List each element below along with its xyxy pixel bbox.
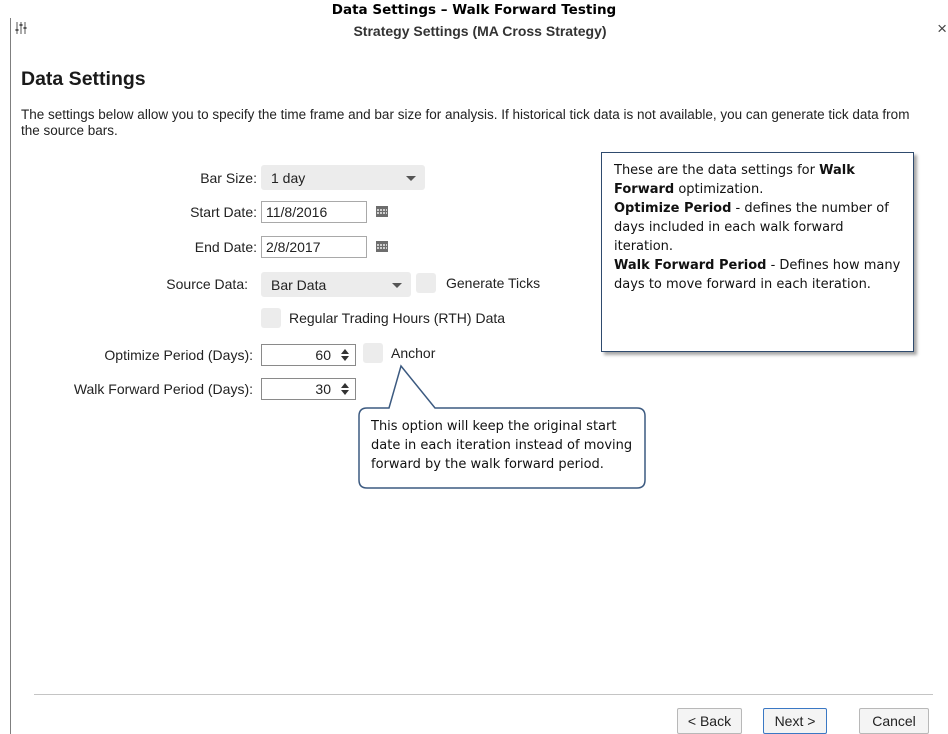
bar-size-label: Bar Size: — [200, 170, 257, 186]
source-data-value: Bar Data — [271, 277, 327, 293]
close-icon[interactable]: × — [937, 19, 947, 39]
chevron-down-icon — [406, 176, 416, 181]
spinner-arrows-icon[interactable] — [340, 348, 350, 362]
bar-size-dropdown[interactable]: 1 day — [261, 165, 425, 190]
description-text: The settings below allow you to specify … — [21, 107, 910, 138]
cancel-button[interactable]: Cancel — [859, 708, 929, 734]
callout-bold-text: Walk Forward Period — [614, 258, 767, 273]
walk-forward-period-spinner[interactable]: 30 — [261, 378, 356, 400]
callout-bold-text: Optimize Period — [614, 201, 732, 216]
walk-forward-period-label: Walk Forward Period (Days): — [73, 381, 253, 397]
chevron-down-icon — [392, 283, 402, 288]
spinner-arrows-icon[interactable] — [340, 382, 350, 396]
callout-text: optimization. — [674, 182, 764, 197]
next-button[interactable]: Next > — [763, 708, 827, 734]
title-bar: Strategy Settings (MA Cross Strategy) × — [11, 18, 948, 44]
generate-ticks-checkbox[interactable] — [416, 273, 436, 293]
calendar-icon[interactable] — [367, 201, 397, 223]
page-title: Data Settings — [21, 68, 146, 90]
source-data-label: Source Data: — [166, 276, 248, 292]
start-date-label: Start Date: — [190, 204, 257, 220]
start-date-value: 11/8/2016 — [266, 204, 328, 220]
calendar-icon[interactable] — [367, 236, 397, 258]
walk-forward-info-callout: These are the data settings for Walk For… — [601, 152, 914, 352]
rth-label: Regular Trading Hours (RTH) Data — [289, 310, 506, 326]
document-caption: Data Settings – Walk Forward Testing — [331, 2, 617, 18]
end-date-value: 2/8/2017 — [266, 239, 321, 255]
callout-text: These are the data settings for — [614, 163, 820, 178]
bar-size-value: 1 day — [271, 170, 306, 186]
optimize-period-label: Optimize Period (Days): — [104, 347, 253, 363]
end-date-field[interactable]: 2/8/2017 — [261, 236, 367, 258]
anchor-tooltip-text: This option will keep the original start… — [371, 419, 633, 472]
footer-separator — [34, 694, 933, 695]
optimize-period-value: 60 — [315, 347, 331, 363]
rth-checkbox[interactable] — [261, 308, 281, 328]
window-title: Strategy Settings (MA Cross Strategy) — [353, 23, 607, 39]
generate-ticks-label: Generate Ticks — [446, 275, 541, 291]
source-data-dropdown[interactable]: Bar Data — [261, 272, 411, 297]
walk-forward-period-value: 30 — [315, 381, 331, 397]
end-date-label: End Date: — [194, 239, 257, 255]
strategy-settings-dialog: Strategy Settings (MA Cross Strategy) × … — [10, 18, 948, 734]
start-date-field[interactable]: 11/8/2016 — [261, 201, 367, 223]
back-button[interactable]: < Back — [677, 708, 742, 734]
optimize-period-spinner[interactable]: 60 — [261, 344, 356, 366]
